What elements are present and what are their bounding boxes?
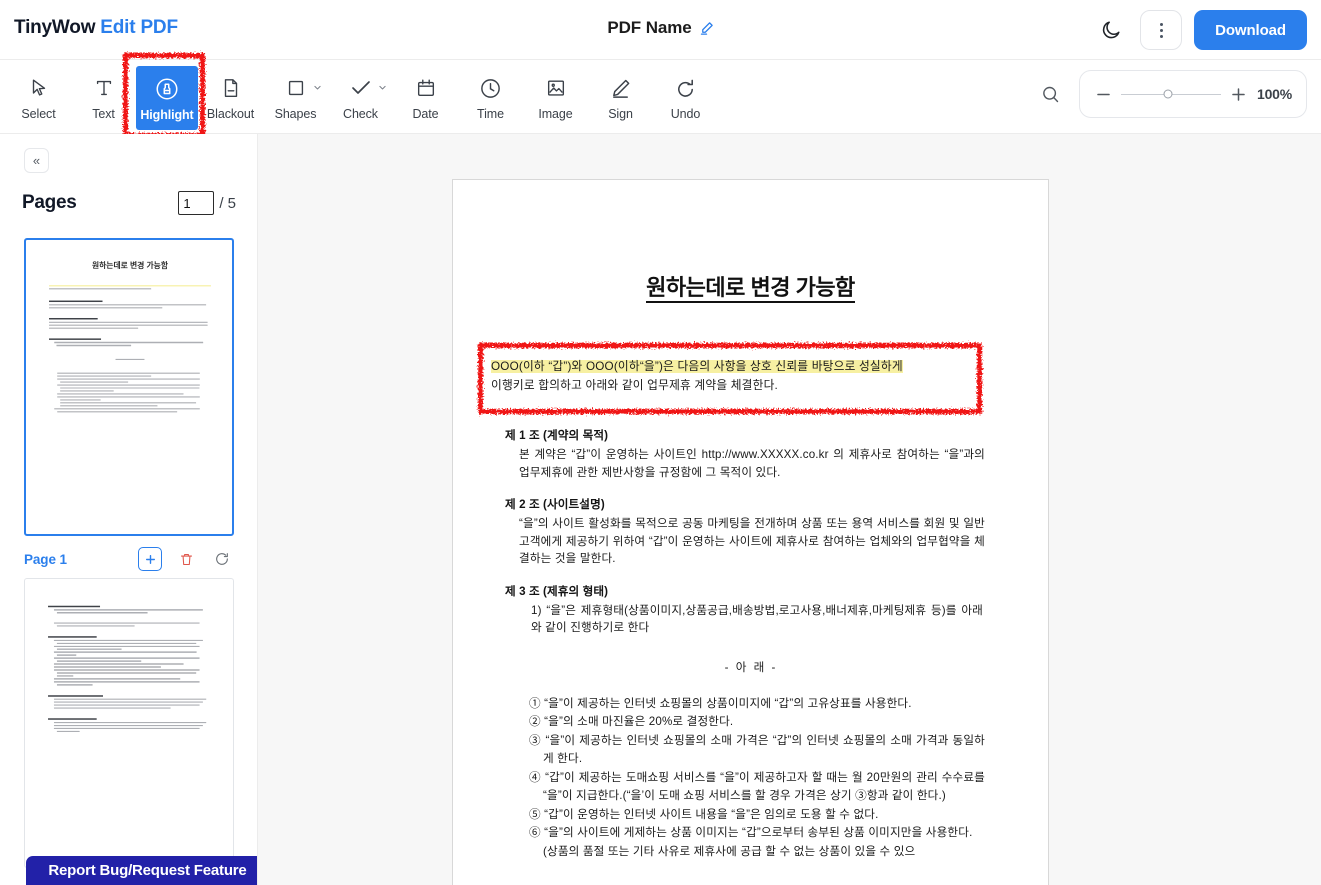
page-thumbnail-list[interactable]: 원하는데로 변경 가능함 Page 1 [0,232,257,885]
moon-icon[interactable] [1094,13,1128,47]
plus-icon[interactable] [1229,85,1248,104]
thumbnail-title: 원하는데로 변경 가능함 [91,261,169,270]
tool-label: Sign [608,107,633,121]
zoom-controls-area: 100% [1031,70,1307,118]
picture-icon [545,73,567,103]
square-shape-icon [285,73,307,103]
pen-signature-icon [609,73,632,103]
tool-label: Check [343,107,378,121]
document-body: 제 1 조 (계약의 목적) 본 계약은 “갑”이 운영하는 사이트인 http… [491,427,1011,861]
section-heading: 제 2 조 (사이트설명) [505,498,605,511]
center-note: - 아 래 - [724,660,778,674]
calendar-icon [415,73,437,103]
tool-select[interactable]: Select [6,66,71,128]
tool-label: Text [92,107,115,121]
pdf-page-1[interactable]: 원하는데로 변경 가능함 OOO(이하 “갑”)와 OOO(이하“을”)은 다음… [452,179,1049,885]
section-paragraph: “을”의 사이트 활성화를 목적으로 공동 마케팅을 전개하며 상품 또는 용역… [519,517,985,565]
chevron-down-icon[interactable] [313,83,322,92]
highlighter-icon [154,74,180,104]
text-t-icon [93,73,115,103]
section-paragraph: 본 계약은 “갑”이 운영하는 사이트인 http://www.XXXXX.co… [519,448,985,479]
checkmark-icon [349,73,373,103]
numbered-item: ⑤ “갑”이 운영하는 인터넷 사이트 내용을 “을”은 임의로 도용 할 수 … [529,807,879,821]
tool-label: Select [21,107,56,121]
tool-shapes[interactable]: Shapes [263,66,328,128]
document-heading: 원하는데로 변경 가능함 [453,270,1048,303]
page-1-actions: Page 1 [24,546,234,572]
tool-undo[interactable]: Undo [653,66,718,128]
tool-blackout[interactable]: Blackout [198,66,263,128]
tool-image[interactable]: Image [523,66,588,128]
zoom-slider-thumb[interactable] [1163,89,1173,99]
highlighted-paragraph[interactable]: OOO(이하 “갑”)와 OOO(이하“을”)은 다음의 사항을 상호 신뢰를 … [491,357,968,395]
report-bug-button[interactable]: Report Bug/Request Feature [26,856,257,885]
tool-label: Image [538,107,573,121]
document-canvas[interactable]: 원하는데로 변경 가능함 OOO(이하 “갑”)와 OOO(이하“을”)은 다음… [258,134,1321,885]
header-actions: Download [1094,10,1307,50]
brand-logo[interactable]: TinyWow Edit PDF [14,17,178,39]
trash-icon[interactable] [174,547,198,571]
redact-document-icon [220,73,242,103]
pdf-editor-app: TinyWow Edit PDF PDF Name Download Selec… [0,0,1321,885]
tool-list: Select Text Highlight Blackout Shapes Ch… [6,66,718,130]
tool-label: Date [412,107,439,121]
numbered-item: ④ “갑”이 제공하는 도매쇼핑 서비스를 “을”이 제공하고자 할 때는 월 … [529,770,985,803]
clock-icon [479,73,502,103]
tool-label: Shapes [274,107,317,121]
thumbnail-preview [25,579,233,734]
chevron-down-icon[interactable] [378,83,387,92]
tool-text[interactable]: Text [71,66,136,128]
highlight-second-line: 이행키로 합의하고 아래와 같이 업무제휴 계약을 체결한다. [491,379,778,392]
section-heading: 제 3 조 (제휴의 형태) [505,584,609,598]
tool-time[interactable]: Time [458,66,523,128]
tool-label: Blackout [206,107,255,121]
page-thumbnail-1[interactable]: 원하는데로 변경 가능함 [24,238,234,536]
download-button[interactable]: Download [1194,10,1307,50]
current-page-input[interactable] [178,191,215,215]
app-header: TinyWow Edit PDF PDF Name Download [0,0,1321,60]
section-1: 제 1 조 (계약의 목적) 본 계약은 “갑”이 운영하는 사이트인 http… [491,427,1011,481]
tool-highlight[interactable]: Highlight [136,66,198,130]
add-page-icon[interactable] [138,547,162,571]
editor-toolbar: Select Text Highlight Blackout Shapes Ch… [0,53,1321,138]
brand-primary: TinyWow [14,17,96,38]
numbered-item: ⑥ “을”의 사이트에 게제하는 상품 이미지는 “갑”으로부터 송부된 상품 … [529,826,973,839]
page-title: PDF Name [607,18,692,37]
section-2: 제 2 조 (사이트설명) “을”의 사이트 활성화를 목적으로 공동 마케팅을… [491,496,1011,568]
zoom-slider[interactable] [1121,87,1221,101]
tool-date[interactable]: Date [393,66,458,128]
section-paragraph: 1) “을”은 제휴형태(상품이미지,상품공급,배송방법,로고사용,배너제휴,마… [531,603,983,635]
thumbnail-preview: 원하는데로 변경 가능함 [26,240,232,414]
numbered-item: ① “을”이 제공하는 인터넷 쇼핑몰의 상품이미지에 “갑”의 고유상표를 사… [529,696,912,710]
pages-label: Pages [22,192,77,213]
rotate-icon[interactable] [210,547,234,571]
highlighted-text: OOO(이하 “갑”)와 OOO(이하“을”)은 다음의 사항을 상호 신뢰를 … [491,360,903,373]
section-3: 제 3 조 (제휴의 형태) 1) “을”은 제휴형태(상품이미지,상품공급,배… [491,583,1011,637]
page-label: Page 1 [24,551,67,567]
tool-label: Undo [670,107,701,121]
chevron-double-left-icon[interactable]: « [24,148,49,173]
zoom-control: 100% [1079,70,1307,118]
tool-label: Highlight [140,108,194,122]
search-icon[interactable] [1031,75,1069,113]
total-pages-label: / 5 [219,194,236,212]
numbered-item: ③ “을”이 제공하는 인터넷 쇼핑몰의 소매 가격은 “갑”의 인터넷 쇼핑몰… [529,733,985,766]
minus-icon[interactable] [1094,85,1113,104]
trailing-note: (상품의 품절 또는 기타 사유로 제휴사에 공급 할 수 없는 상품이 있을 … [543,844,916,858]
kebab-menu-icon[interactable] [1140,10,1183,50]
zoom-percent-label: 100% [1256,86,1292,102]
document-heading-text: 원하는데로 변경 가능함 [646,275,855,303]
pages-sidebar: « Pages / 5 원하는데로 변경 가능함 [0,134,258,885]
cursor-arrow-icon [28,73,50,103]
section-heading: 제 1 조 (계약의 목적) [505,429,609,442]
page-thumbnail-2[interactable] [24,578,234,868]
pencil-icon[interactable] [699,21,714,36]
tool-sign[interactable]: Sign [588,66,653,128]
undo-arrow-icon [674,73,697,103]
pages-header-row: Pages / 5 [0,186,257,220]
tool-label: Time [477,107,504,121]
numbered-item: ② “을”의 소매 마진율은 20%로 결정한다. [529,715,734,728]
tool-check[interactable]: Check [328,66,393,128]
brand-secondary: Edit PDF [100,17,178,38]
